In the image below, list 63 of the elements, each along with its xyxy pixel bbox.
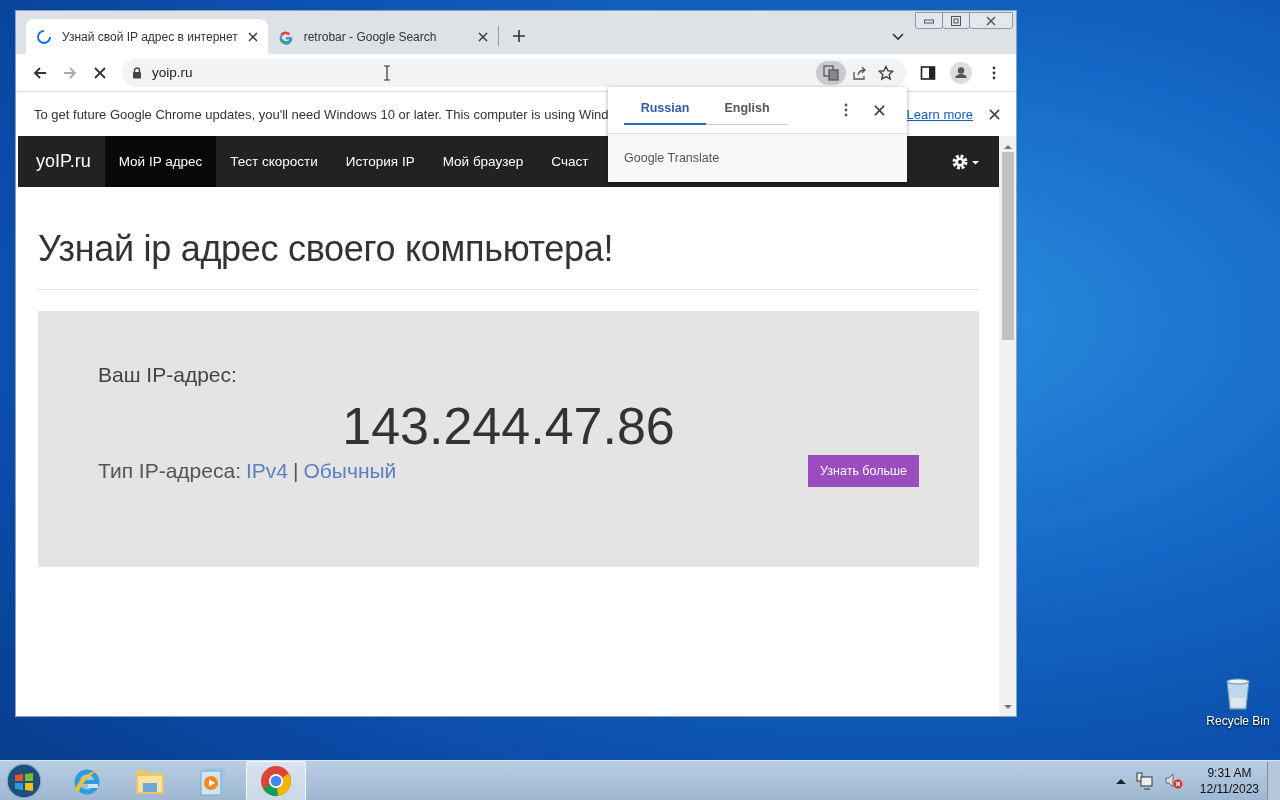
ip-address: 143.244.47.86 <box>341 396 676 457</box>
stop-icon[interactable] <box>92 64 108 81</box>
chevron-down-icon[interactable] <box>892 33 904 41</box>
minimize-icon <box>924 17 934 24</box>
scroll-up-arrow-icon[interactable] <box>1003 144 1012 149</box>
ip-label: Ваш IP-адрес: <box>98 363 238 387</box>
tab-title: retrobar - Google Search <box>303 29 438 44</box>
side-panel-icon[interactable] <box>920 64 936 81</box>
star-icon[interactable] <box>878 64 894 81</box>
media-player-icon <box>199 765 227 796</box>
url-text: yoip.ru <box>152 65 193 80</box>
new-tab-icon[interactable] <box>512 30 525 42</box>
scrollbar-thumb[interactable] <box>1001 152 1014 340</box>
clock-time: 9:31 AM <box>1207 764 1252 781</box>
taskbar-app-button[interactable] <box>246 760 306 800</box>
clock-date: 12/11/2023 <box>1199 780 1259 797</box>
nav-link[interactable]: Тест скорости <box>216 136 332 187</box>
site-logo[interactable]: yoIP.ru <box>18 151 105 172</box>
profile-avatar-icon[interactable] <box>950 61 972 84</box>
browser-tab[interactable]: retrobar - Google Search <box>267 19 498 54</box>
g-logo-icon <box>277 28 294 45</box>
address-bar[interactable]: yoip.ru <box>122 58 906 87</box>
close-button[interactable] <box>969 12 1013 29</box>
back-arrow-icon[interactable] <box>32 64 48 81</box>
close-icon[interactable] <box>874 104 885 116</box>
separator-text: | <box>293 459 299 484</box>
close-icon[interactable] <box>477 31 488 42</box>
close-icon[interactable] <box>247 31 258 42</box>
maximize-icon <box>951 15 961 26</box>
learn-more-link[interactable]: Learn more <box>906 106 973 122</box>
language-tab[interactable]: Russian <box>624 95 706 125</box>
desktop-icon-label[interactable]: Recycle Bin <box>1206 714 1270 728</box>
share-icon[interactable] <box>852 64 868 81</box>
maximize-button[interactable] <box>942 12 970 29</box>
lock-icon <box>132 66 142 79</box>
google-translate-label: Google Translate <box>624 151 720 165</box>
tab-title: Узнай свой IP адрес в интернет <box>62 29 238 44</box>
gear-dropdown-icon[interactable] <box>951 152 981 171</box>
text-cursor-icon <box>382 64 391 81</box>
infobar-message: To get future Google Chrome updates, you'll need Windows 10 or later. This computer is using Wind <box>34 106 609 122</box>
scroll-down-arrow-icon[interactable] <box>1003 705 1012 710</box>
loading-spinner-icon <box>36 28 52 45</box>
nav-link[interactable]: Мой IP адрес <box>104 136 217 187</box>
browser-tab[interactable]: Узнай свой IP адрес в интернет <box>26 19 268 54</box>
recycle-bin-icon[interactable] <box>1225 678 1251 710</box>
close-icon <box>986 15 996 26</box>
language-tab[interactable]: English <box>706 95 788 125</box>
muted-speaker-icon[interactable] <box>1163 771 1184 790</box>
start-orb-icon[interactable] <box>4 760 44 800</box>
tray-clock[interactable]: 9:31 AM 12/11/2023 <box>1199 764 1259 797</box>
close-icon[interactable] <box>989 108 1000 120</box>
page-heading: Узнай ip адрес своего компьютера! <box>38 228 615 270</box>
network-icon[interactable] <box>1135 771 1154 790</box>
nav-link[interactable]: Мой браузер <box>428 136 538 187</box>
chrome-logo-icon <box>260 764 292 797</box>
more-options-icon[interactable] <box>844 103 848 117</box>
show-hidden-icons-icon[interactable] <box>1115 777 1126 784</box>
scrollbar[interactable] <box>999 136 1016 716</box>
learn-more-button[interactable]: Узнать больше <box>808 455 919 488</box>
ip-type-label: Тип IP-адреса: <box>98 459 241 484</box>
nav-link[interactable]: История IP <box>331 136 429 187</box>
translate-icon[interactable] <box>816 60 846 85</box>
nav-link[interactable]: Счаст <box>537 136 603 187</box>
